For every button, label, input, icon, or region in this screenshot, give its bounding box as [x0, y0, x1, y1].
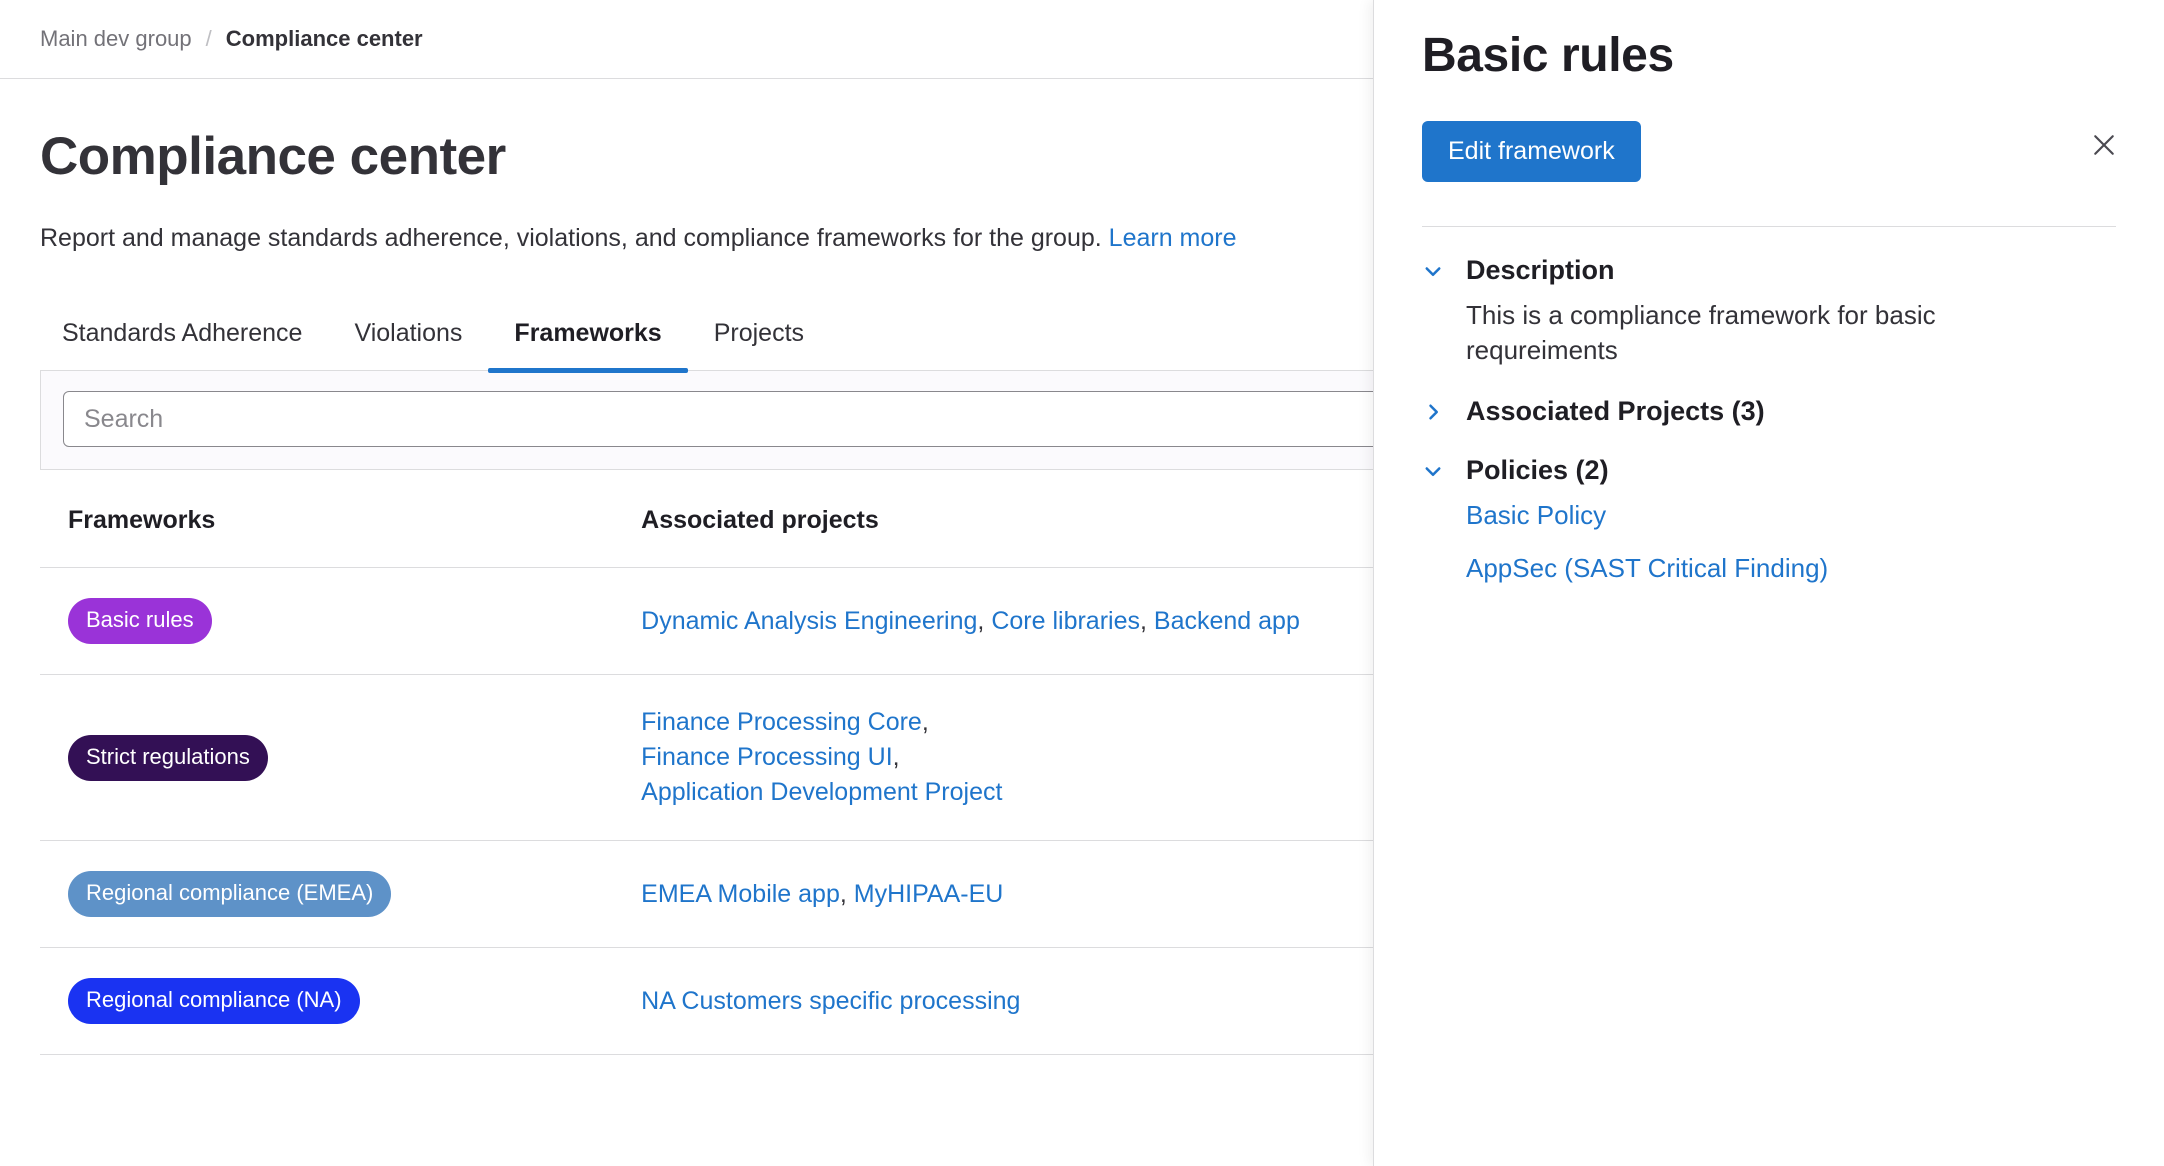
policy-link[interactable]: Basic Policy	[1466, 500, 2116, 531]
project-link[interactable]: Application Development Project	[641, 778, 1002, 806]
list-comma: ,	[922, 708, 929, 736]
project-link[interactable]: Dynamic Analysis Engineering	[641, 607, 977, 635]
accordion-policies-label: Policies (2)	[1466, 455, 1609, 486]
project-link[interactable]: Finance Processing UI	[641, 743, 893, 771]
learn-more-link[interactable]: Learn more	[1109, 224, 1237, 252]
framework-cell: Basic rules	[40, 568, 641, 675]
breadcrumb-current: Compliance center	[226, 26, 423, 52]
tab-violations[interactable]: Violations	[328, 319, 488, 370]
project-link[interactable]: Core libraries	[991, 607, 1140, 635]
framework-detail-drawer: Basic rules Edit framework Descri	[1373, 0, 2164, 1166]
drawer-title: Basic rules	[1422, 28, 2116, 83]
framework-badge[interactable]: Regional compliance (NA)	[68, 978, 360, 1024]
policy-link[interactable]: AppSec (SAST Critical Finding)	[1466, 553, 2116, 584]
accordion-associated-projects-header[interactable]: Associated Projects (3)	[1422, 396, 2116, 427]
list-comma: ,	[893, 743, 900, 771]
compliance-center-page: Main dev group / Compliance center Compl…	[0, 0, 2164, 1166]
description-text: This is a compliance framework for basic…	[1422, 298, 2062, 368]
accordion-associated-projects-label: Associated Projects (3)	[1466, 396, 1765, 427]
tab-standards-adherence[interactable]: Standards Adherence	[40, 319, 328, 370]
list-comma: ,	[840, 880, 854, 908]
chevron-down-icon	[1422, 260, 1444, 282]
breadcrumb-separator: /	[206, 26, 212, 52]
page-description-text: Report and manage standards adherence, v…	[40, 224, 1109, 252]
framework-cell: Regional compliance (EMEA)	[40, 841, 641, 948]
edit-framework-button[interactable]: Edit framework	[1422, 121, 1641, 182]
project-link[interactable]: EMEA Mobile app	[641, 880, 840, 908]
project-link[interactable]: Finance Processing Core	[641, 708, 922, 736]
accordion-description: Description This is a compliance framewo…	[1422, 255, 2116, 368]
accordion-policies-header[interactable]: Policies (2)	[1422, 455, 2116, 486]
framework-cell: Regional compliance (NA)	[40, 948, 641, 1055]
accordion-description-label: Description	[1466, 255, 1615, 286]
framework-badge[interactable]: Basic rules	[68, 598, 212, 644]
framework-badge[interactable]: Strict regulations	[68, 735, 268, 781]
accordion-policies: Policies (2) Basic Policy AppSec (SAST C…	[1422, 455, 2116, 584]
breadcrumb-root-link[interactable]: Main dev group	[40, 26, 192, 52]
tab-projects[interactable]: Projects	[688, 319, 830, 370]
policy-list: Basic Policy AppSec (SAST Critical Findi…	[1422, 500, 2116, 584]
tab-frameworks[interactable]: Frameworks	[488, 319, 687, 370]
chevron-right-icon	[1422, 401, 1444, 423]
framework-badge[interactable]: Regional compliance (EMEA)	[68, 871, 391, 917]
accordion-description-header[interactable]: Description	[1422, 255, 2116, 286]
framework-cell: Strict regulations	[40, 675, 641, 841]
column-header-frameworks: Frameworks	[40, 470, 641, 568]
chevron-down-icon	[1422, 460, 1444, 482]
accordion-associated-projects: Associated Projects (3)	[1422, 396, 2116, 427]
close-icon[interactable]	[2082, 123, 2126, 167]
list-comma: ,	[977, 607, 991, 635]
project-link[interactable]: Backend app	[1154, 607, 1300, 635]
project-link[interactable]: NA Customers specific processing	[641, 987, 1020, 1015]
drawer-divider	[1422, 226, 2116, 227]
list-comma: ,	[1140, 607, 1154, 635]
drawer-inner: Basic rules Edit framework Descri	[1374, 28, 2164, 1166]
project-link[interactable]: MyHIPAA-EU	[854, 880, 1004, 908]
